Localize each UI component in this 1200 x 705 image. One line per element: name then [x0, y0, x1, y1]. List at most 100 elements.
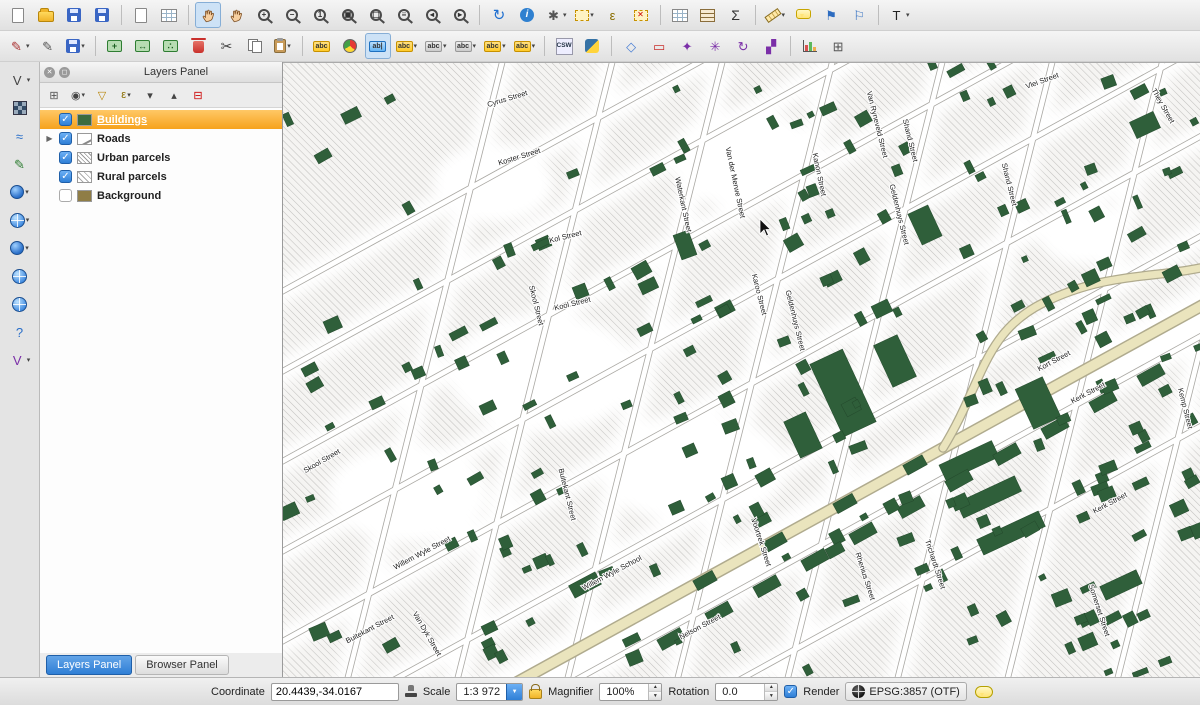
- raster-histogram-button[interactable]: [797, 33, 823, 59]
- add-wfs-layer-button[interactable]: [4, 292, 36, 316]
- map-canvas[interactable]: Cyrus StreetKoster StreetKol StreetKool …: [283, 62, 1200, 677]
- layer-visibility-checkbox[interactable]: ✓: [59, 170, 72, 183]
- metasearch-csw-button[interactable]: CSW: [551, 33, 577, 59]
- zoom-out-button[interactable]: −: [279, 2, 305, 28]
- paste-features-dropdown-icon[interactable]: ▾: [287, 42, 291, 50]
- project-open-button[interactable]: [33, 2, 59, 28]
- composer-manager-button[interactable]: [156, 2, 182, 28]
- layer-item-buildings[interactable]: ✓Buildings: [40, 110, 282, 129]
- save-layer-edits-button[interactable]: ▾: [63, 33, 89, 59]
- new-print-composer-button[interactable]: [128, 2, 154, 28]
- filter-by-expression-button[interactable]: ε▾: [115, 85, 137, 105]
- new-shapefile-layer-button[interactable]: ✎: [4, 152, 36, 176]
- select-features-dropdown-icon[interactable]: ▾: [590, 11, 594, 19]
- layer-visibility-checkbox[interactable]: ✓: [59, 132, 72, 145]
- rotation-spin-buttons[interactable]: ▲▼: [764, 684, 777, 700]
- measure-button[interactable]: ▾: [762, 2, 789, 28]
- offset-curve-button[interactable]: ◇: [618, 33, 644, 59]
- split-features-button[interactable]: ✦: [674, 33, 700, 59]
- scale-lock-icon[interactable]: [529, 689, 542, 699]
- add-virtual-layer-button[interactable]: V▾: [4, 348, 36, 372]
- zoom-native-button[interactable]: 1: [307, 2, 333, 28]
- rotation-spinbox[interactable]: 0.0 ▲▼: [715, 683, 778, 701]
- magnifier-spin-buttons[interactable]: ▲▼: [648, 684, 661, 700]
- run-feature-action-dropdown-icon[interactable]: ▾: [563, 11, 567, 19]
- add-spatialite-layer-dropdown-icon[interactable]: ▾: [25, 188, 29, 196]
- add-vector-layer-button[interactable]: V▾: [4, 68, 36, 92]
- new-bookmark-button[interactable]: ⚑: [818, 2, 844, 28]
- current-edits-button[interactable]: ✎▾: [5, 33, 33, 59]
- layer-visibility-checkbox[interactable]: ✓: [59, 113, 72, 126]
- zoom-to-selection-button[interactable]: ▢: [363, 2, 389, 28]
- merge-features-button[interactable]: ✳: [702, 33, 728, 59]
- zoom-full-button[interactable]: ▣: [335, 2, 361, 28]
- expander-icon[interactable]: ▶: [45, 134, 54, 143]
- map-tips-button[interactable]: [790, 2, 816, 28]
- simplify-feature-button[interactable]: ▞: [758, 33, 784, 59]
- add-wms-layer-dropdown-icon[interactable]: ▾: [26, 216, 30, 224]
- expand-all-button[interactable]: ▾: [139, 85, 161, 105]
- move-feature-button[interactable]: ↔: [130, 33, 156, 59]
- pan-to-selection-button[interactable]: [223, 2, 249, 28]
- pan-map-button[interactable]: [195, 2, 221, 28]
- zoom-in-button[interactable]: +: [251, 2, 277, 28]
- rotate-label-dropdown-icon[interactable]: ▾: [502, 42, 506, 50]
- statistical-summary-button[interactable]: Σ: [723, 2, 749, 28]
- pin-labels-dropdown-icon[interactable]: ▾: [414, 42, 418, 50]
- magnifier-spinbox[interactable]: 100% ▲▼: [599, 683, 662, 701]
- highlight-pinned-labels-dropdown-icon[interactable]: ▾: [443, 42, 447, 50]
- project-save-as-button[interactable]: [89, 2, 115, 28]
- mouse-position-icon[interactable]: [405, 685, 417, 698]
- collapse-all-button[interactable]: ▴: [163, 85, 185, 105]
- add-spatialite-layer-button[interactable]: ▾: [4, 180, 36, 204]
- deselect-all-button[interactable]: ✕: [628, 2, 654, 28]
- copy-features-button[interactable]: [242, 33, 268, 59]
- add-postgis-layer-button[interactable]: ▾: [4, 236, 36, 260]
- add-postgis-layer-dropdown-icon[interactable]: ▾: [25, 244, 29, 252]
- rotate-feature-button[interactable]: ↻: [730, 33, 756, 59]
- field-calculator-button[interactable]: [695, 2, 721, 28]
- identify-features-button[interactable]: i: [514, 2, 540, 28]
- labeling-options-button[interactable]: ab|: [365, 33, 391, 59]
- move-label-dropdown-icon[interactable]: ▾: [473, 42, 477, 50]
- layer-visibility-checkbox[interactable]: ✓: [59, 151, 72, 164]
- log-messages-icon[interactable]: [975, 686, 993, 698]
- change-label-properties-button[interactable]: abc▾: [511, 33, 539, 59]
- layer-item-urban-parcels[interactable]: ✓Urban parcels: [40, 148, 282, 167]
- layer-item-rural-parcels[interactable]: ✓Rural parcels: [40, 167, 282, 186]
- zoom-to-layer-button[interactable]: ≡: [391, 2, 417, 28]
- current-edits-dropdown-icon[interactable]: ▾: [26, 42, 30, 50]
- text-annotation-dropdown-icon[interactable]: ▾: [906, 11, 910, 19]
- toggle-editing-button[interactable]: ✎: [35, 33, 61, 59]
- pin-labels-button[interactable]: abc▾: [393, 33, 421, 59]
- python-console-button[interactable]: [579, 33, 605, 59]
- remove-layer-button[interactable]: ⊟: [187, 85, 209, 105]
- reshape-features-button[interactable]: ▭: [646, 33, 672, 59]
- select-by-expression-button[interactable]: ε: [600, 2, 626, 28]
- select-features-button[interactable]: ▾: [572, 2, 598, 28]
- show-bookmarks-button[interactable]: ⚐: [846, 2, 872, 28]
- render-checkbox[interactable]: ✓: [784, 685, 797, 698]
- add-vector-layer-dropdown-icon[interactable]: ▾: [27, 76, 31, 84]
- paste-features-button[interactable]: ▾: [270, 33, 296, 59]
- panel-tab-browser-panel[interactable]: Browser Panel: [135, 655, 229, 675]
- coordinate-input[interactable]: [271, 683, 399, 701]
- layer-labeling-button[interactable]: abc: [309, 33, 335, 59]
- run-feature-action-button[interactable]: ✱▾: [542, 2, 570, 28]
- move-label-button[interactable]: abc▾: [452, 33, 480, 59]
- panel-float-icon[interactable]: ◻: [59, 67, 70, 78]
- map-refresh-button[interactable]: ↻: [486, 2, 512, 28]
- manage-layer-visibility-dropdown-icon[interactable]: ▾: [82, 91, 86, 99]
- filter-by-expression-dropdown-icon[interactable]: ▾: [127, 91, 131, 99]
- add-group-button[interactable]: ⊞: [43, 85, 65, 105]
- highlight-pinned-labels-button[interactable]: abc▾: [422, 33, 450, 59]
- node-tool-button[interactable]: ∴: [158, 33, 184, 59]
- add-wcs-layer-button[interactable]: [4, 264, 36, 288]
- filter-legend-button[interactable]: ▽: [91, 85, 113, 105]
- layer-visibility-checkbox[interactable]: [59, 189, 72, 202]
- delete-selected-button[interactable]: [186, 33, 212, 59]
- layer-item-background[interactable]: Background: [40, 186, 282, 205]
- rotate-label-button[interactable]: abc▾: [481, 33, 509, 59]
- change-label-properties-dropdown-icon[interactable]: ▾: [532, 42, 536, 50]
- cut-features-button[interactable]: ✂: [214, 33, 240, 59]
